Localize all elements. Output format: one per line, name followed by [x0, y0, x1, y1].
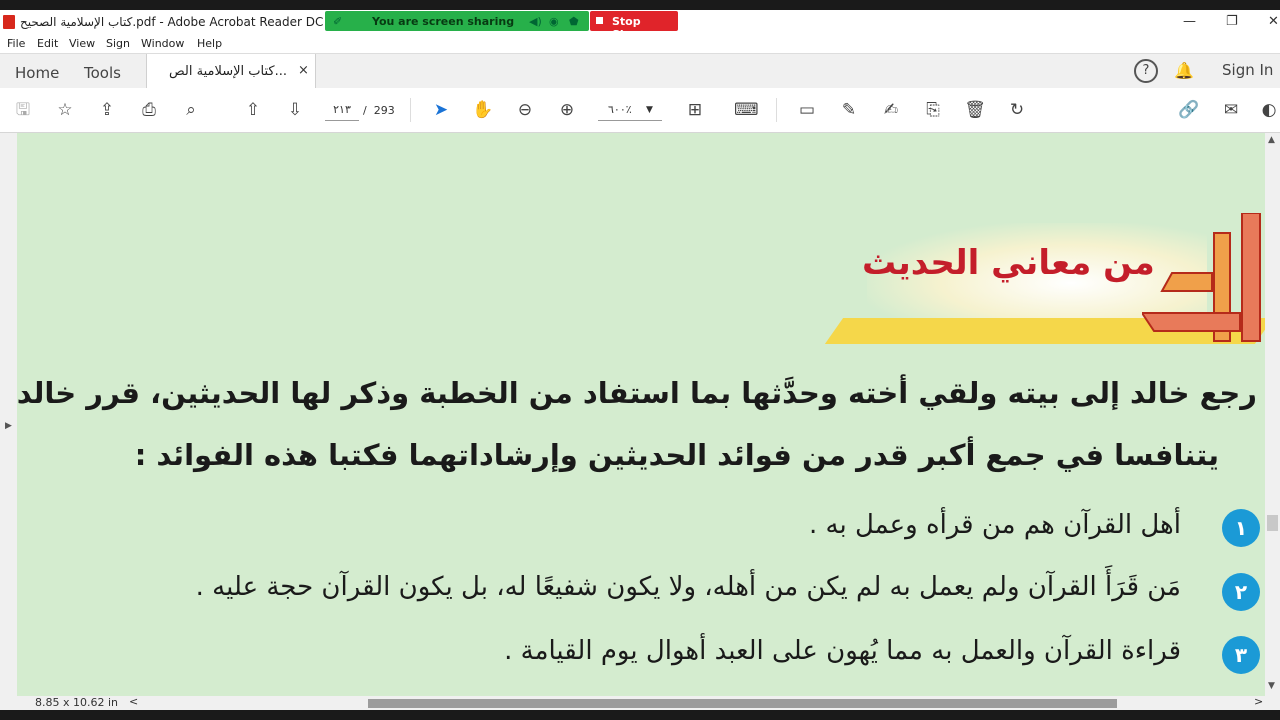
screen-share-status: You are screen sharing	[372, 15, 515, 28]
upload-cloud-icon[interactable]: ⇪	[96, 99, 118, 121]
window-title: كتاب الإسلامية الصحيح.pdf - Adobe Acroba…	[20, 15, 372, 29]
section-heading: من معاني الحديث	[862, 243, 1155, 283]
close-tab-icon[interactable]: ×	[298, 63, 309, 78]
document-tab-label: كتاب الإسلامية الص...	[169, 64, 288, 79]
zoom-select[interactable]: ٦٠٠٪ ▼	[598, 100, 662, 121]
acrobat-window: كتاب الإسلامية الصحيح.pdf - Adobe Acroba…	[0, 10, 1280, 710]
tab-bar: Home Tools كتاب الإسلامية الص... × ? 🔔 S…	[0, 53, 1280, 89]
screen-share-bar[interactable]: ✐ You are screen sharing ◀) ◉ ⬟	[325, 11, 589, 31]
stop-icon	[596, 17, 603, 24]
zoom-in-icon[interactable]: ⊕	[556, 99, 578, 121]
delete-trash-icon[interactable]: 🗑	[964, 99, 986, 121]
menu-file[interactable]: File	[7, 37, 25, 50]
calligraphy-logo	[1142, 213, 1261, 342]
print-icon[interactable]: ⎙	[138, 99, 160, 121]
list-bullet-2: ٢	[1222, 573, 1260, 611]
next-page-icon[interactable]: ⇩	[284, 99, 306, 121]
tab-tools[interactable]: Tools	[84, 64, 121, 82]
restore-button[interactable]: ❐	[1226, 14, 1238, 29]
list-item-3: قراءة القرآن والعمل به مما يُهون على الع…	[504, 636, 1181, 666]
list-item-1: أهل القرآن هم من قرأه وعمل به .	[808, 510, 1181, 540]
help-icon[interactable]: ?	[1134, 59, 1158, 83]
menu-window[interactable]: Window	[141, 37, 184, 50]
save-icon[interactable]: 🖫	[12, 99, 34, 121]
user-share-icon[interactable]: ◐	[1258, 99, 1280, 121]
list-bullet-1: ١	[1222, 509, 1260, 547]
horizontal-scroll-thumb[interactable]	[368, 699, 1117, 708]
stamp-icon[interactable]: ⎘	[922, 99, 944, 121]
total-pages: 293	[373, 104, 395, 117]
toolbar-divider	[776, 98, 777, 122]
scroll-down-icon[interactable]: ▼	[1268, 681, 1275, 691]
main-toolbar: 🖫 ☆ ⇪ ⎙ ⌕ ⇧ ⇩ ٢١٣ / 293 ➤ ✋ ⊖ ⊕ ٦٠٠٪ ▼ ⊞ …	[0, 88, 1280, 133]
share-arrow-icon: ✐	[333, 15, 343, 28]
left-navigation-strip: ▶	[0, 133, 17, 696]
menu-edit[interactable]: Edit	[37, 37, 58, 50]
tab-document[interactable]: كتاب الإسلامية الص... ×	[146, 54, 316, 89]
paragraph-line-2: يتنافسا في جمع أكبر قدر من فوائد الحديثي…	[134, 438, 1219, 472]
share-link-icon[interactable]: 🔗	[1178, 99, 1200, 121]
scroll-left-icon[interactable]: <	[129, 695, 138, 708]
draw-sign-icon[interactable]: ✍	[880, 99, 902, 121]
hand-tool-icon[interactable]: ✋	[472, 99, 494, 121]
record-icon[interactable]: ◉	[549, 15, 559, 28]
find-zoom-icon[interactable]: ⌕	[180, 99, 202, 121]
scroll-up-icon[interactable]: ▲	[1268, 135, 1275, 145]
email-icon[interactable]: ✉	[1220, 99, 1242, 121]
page-size-readout: 8.85 x 10.62 in	[35, 696, 119, 709]
menu-sign[interactable]: Sign	[106, 37, 130, 50]
minimize-button[interactable]: —	[1183, 14, 1196, 29]
toolbar-divider	[410, 98, 411, 122]
list-bullet-3: ٣	[1222, 636, 1260, 674]
menu-help[interactable]: Help	[197, 37, 222, 50]
stop-share-button[interactable]: Stop Share	[590, 11, 678, 41]
keyboard-scroll-icon[interactable]: ⌨	[734, 99, 759, 121]
zoom-out-icon[interactable]: ⊖	[514, 99, 536, 121]
page-number-input[interactable]: ٢١٣	[325, 100, 359, 121]
tab-home[interactable]: Home	[15, 64, 59, 82]
vertical-scroll-thumb[interactable]	[1267, 515, 1278, 531]
speaker-icon[interactable]: ◀)	[529, 15, 542, 28]
rotate-icon[interactable]: ↻	[1006, 99, 1028, 121]
paragraph-line-1: رجع خالد إلى بيته ولقي أخته وحدَّثها بما…	[17, 376, 1257, 410]
acrobat-pdf-icon	[3, 15, 15, 29]
title-bar: كتاب الإسلامية الصحيح.pdf - Adobe Acroba…	[0, 10, 1280, 41]
comment-icon[interactable]: ▭	[796, 99, 818, 121]
list-item-2: مَن قَرَأَ القرآن ولم يعمل به لم يكن من …	[195, 572, 1181, 602]
close-window-button[interactable]: ✕	[1268, 14, 1279, 29]
select-cursor-icon[interactable]: ➤	[430, 99, 452, 121]
shield-icon[interactable]: ⬟	[569, 15, 579, 28]
page-separator: / 293	[363, 104, 395, 117]
expand-panel-icon[interactable]: ▶	[5, 421, 12, 431]
menu-view[interactable]: View	[69, 37, 95, 50]
bookmark-star-icon[interactable]: ☆	[54, 99, 76, 121]
notifications-icon[interactable]: 🔔	[1174, 61, 1194, 80]
fit-page-icon[interactable]: ⊞	[684, 99, 706, 121]
sign-in-button[interactable]: Sign In	[1222, 61, 1273, 79]
vertical-scrollbar[interactable]: ▲ ▼	[1265, 133, 1280, 710]
status-bar: 8.85 x 10.62 in < >	[0, 695, 1265, 710]
previous-page-icon[interactable]: ⇧	[242, 99, 264, 121]
chevron-down-icon: ▼	[646, 105, 653, 115]
menu-bar: File Edit View Sign Window Help	[0, 34, 1280, 53]
scroll-right-icon[interactable]: >	[1254, 695, 1263, 708]
pdf-page: من معاني الحديث رجع خالد إلى بيته ولقي أ…	[17, 133, 1265, 696]
highlight-pen-icon[interactable]: ✎	[838, 99, 860, 121]
